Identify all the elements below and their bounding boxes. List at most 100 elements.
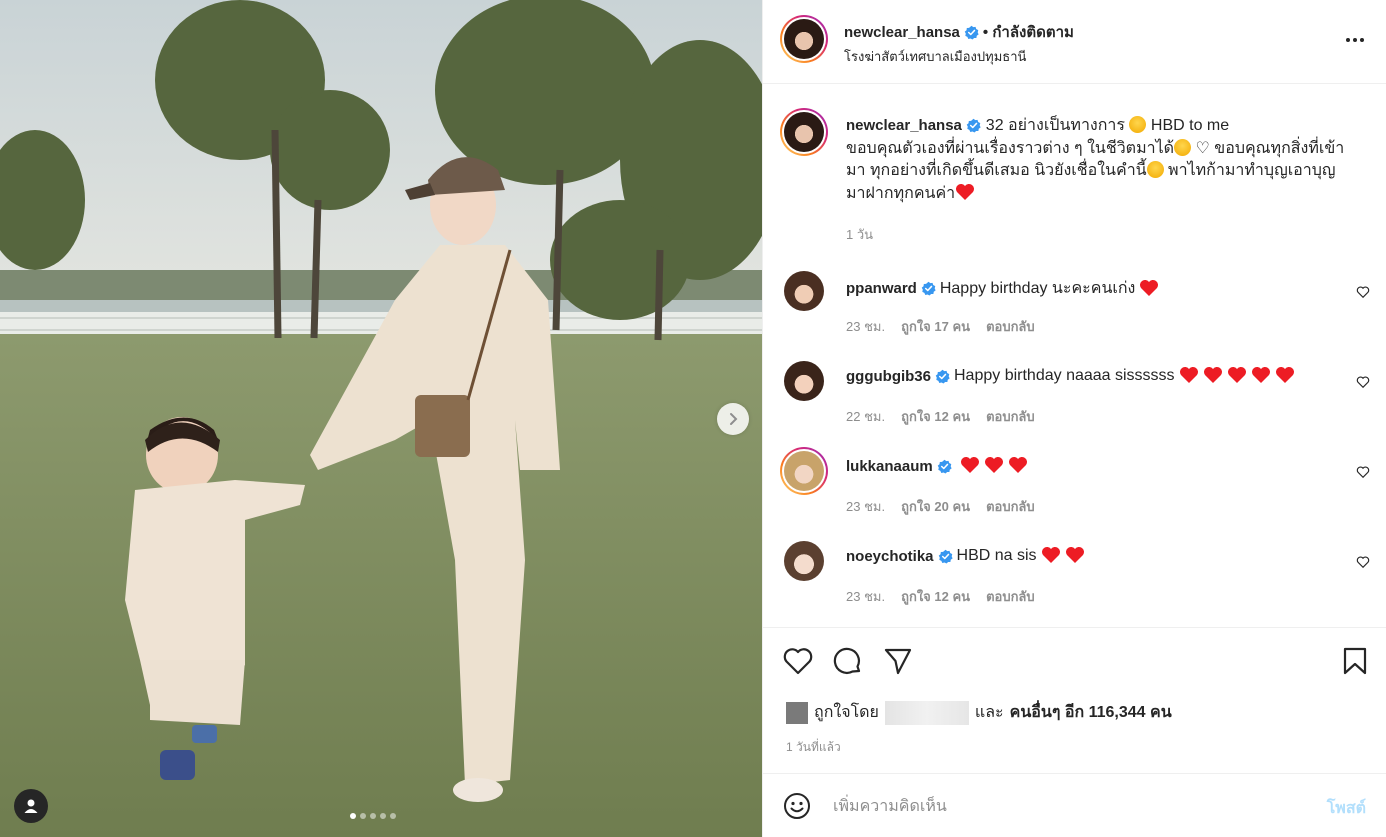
commenter-avatar[interactable] xyxy=(784,361,824,401)
red-heart-emoji-icon xyxy=(984,457,1003,473)
add-comment-bar: โพสต์ xyxy=(763,773,1386,837)
reply-button[interactable]: ตอบกลับ xyxy=(986,406,1035,427)
heart-outline-icon xyxy=(1356,556,1370,569)
comment-like-button[interactable] xyxy=(1356,375,1370,392)
caption-time: 1 วัน xyxy=(846,227,874,242)
red-heart-emoji-icon xyxy=(1140,279,1159,296)
save-button[interactable] xyxy=(1342,647,1368,678)
paper-plane-icon xyxy=(884,648,912,675)
next-slide-button[interactable] xyxy=(717,403,749,435)
carousel-dot xyxy=(380,813,386,819)
comment-like-count[interactable]: ถูกใจ 17 คน xyxy=(901,316,970,337)
post-side-panel: newclear_hansa • กำลังติดตาม โรงฆ่าสัตว์… xyxy=(762,0,1386,837)
post-header: newclear_hansa • กำลังติดตาม โรงฆ่าสัตว์… xyxy=(763,0,1386,84)
red-heart-emoji-icon xyxy=(1203,367,1222,383)
caption-text: newclear_hansa 32 อย่างเป็นทางการ HBD to… xyxy=(846,115,1371,205)
verified-badge-icon xyxy=(937,459,952,474)
verified-badge-icon xyxy=(935,369,950,384)
caption-line4: มาฝากทุกคนค่า xyxy=(846,184,956,202)
comment-username[interactable]: lukkanaaum xyxy=(846,458,933,475)
comment-like-button[interactable] xyxy=(1356,555,1370,572)
like-button[interactable] xyxy=(783,647,813,678)
comment-hearts xyxy=(1179,366,1299,386)
share-button[interactable] xyxy=(883,647,913,678)
heart-outline-icon xyxy=(1356,466,1370,479)
follow-status-button[interactable]: • กำลังติดตาม xyxy=(983,20,1074,44)
verified-badge-icon xyxy=(964,25,979,40)
caption-line1a: 32 อย่างเป็นทางการ xyxy=(981,117,1130,134)
comment-like-count[interactable]: ถูกใจ 20 คน xyxy=(901,496,970,517)
caption-line2b: ♡ ขอบคุณทุกสิ่งที่เข้า xyxy=(1191,139,1345,157)
chevron-right-icon xyxy=(730,413,738,425)
comment-button[interactable] xyxy=(833,647,863,680)
post-actions: ถูกใจโดย และ คนอื่นๆ อีก 116,344 คน 1 วั… xyxy=(763,627,1386,773)
commenter-avatar[interactable] xyxy=(784,541,824,581)
post-comment-button[interactable]: โพสต์ xyxy=(1327,796,1366,821)
owner-username[interactable]: newclear_hansa xyxy=(844,24,960,41)
comment-item: gggubgib36 Happy birthday naaaa sissssss… xyxy=(763,361,1386,451)
verified-badge-icon xyxy=(921,281,936,296)
comment-username[interactable]: ppanward xyxy=(846,280,917,297)
heart-outline-icon xyxy=(783,648,813,675)
liker-name-hidden[interactable] xyxy=(884,700,969,725)
comment-body: noeychotika HBD na sis xyxy=(846,546,1089,566)
caption-line3a: มา ทุกอย่างที่เกิดขึ้นดีเสมอ นิวยังเชื่อ… xyxy=(846,162,1147,179)
comment-hearts xyxy=(1041,546,1089,566)
reply-button[interactable]: ตอบกลับ xyxy=(986,496,1035,517)
more-horizontal-icon xyxy=(1346,38,1364,42)
tagged-users-button[interactable] xyxy=(14,789,48,823)
photo-scene xyxy=(0,0,762,837)
comment-time: 23 ชม. xyxy=(846,499,886,514)
comment-time: 23 ชม. xyxy=(846,319,886,334)
caption-line2a: ขอบคุณตัวเองที่ผ่านเรื่องราวต่าง ๆ ในชีว… xyxy=(846,139,1175,157)
commenter-avatar[interactable] xyxy=(784,271,824,311)
carousel-dot xyxy=(360,813,366,819)
heart-outline-icon xyxy=(1356,376,1370,389)
carousel-dot xyxy=(350,813,356,819)
commenter-avatar[interactable] xyxy=(780,447,828,495)
more-options-button[interactable] xyxy=(1343,28,1367,55)
reply-button[interactable]: ตอบกลับ xyxy=(986,586,1035,607)
red-heart-emoji-icon xyxy=(1275,367,1294,383)
comment-icon xyxy=(833,647,861,674)
red-heart-emoji-icon xyxy=(960,457,979,473)
liker-avatar[interactable] xyxy=(786,701,808,724)
comment-time: 22 ชม. xyxy=(846,409,886,424)
caption-line1b: HBD to me xyxy=(1146,117,1230,134)
post-location[interactable]: โรงฆ่าสัตว์เทศบาลเมืองปทุมธานี xyxy=(844,46,1026,67)
caption-line3b: พาไทก้ามาทำบุญเอาบุญ xyxy=(1163,162,1336,179)
comment-text: Happy birthday naaaa sissssss xyxy=(954,367,1175,384)
comment-like-count[interactable]: ถูกใจ 12 คน xyxy=(901,586,970,607)
likes-summary: ถูกใจโดย และ คนอื่นๆ อีก 116,344 คน xyxy=(786,700,1172,725)
caption-avatar[interactable] xyxy=(780,108,828,156)
heart-outline-icon xyxy=(1356,286,1370,299)
comment-like-count[interactable]: ถูกใจ 12 คน xyxy=(901,406,970,427)
red-heart-emoji-icon xyxy=(1065,547,1084,563)
post-photo[interactable] xyxy=(0,0,762,837)
likes-others-count[interactable]: คนอื่นๆ อีก 116,344 คน xyxy=(1010,700,1172,725)
comment-body: ppanward Happy birthday นะคะคนเก่ง xyxy=(846,276,1163,301)
comment-like-button[interactable] xyxy=(1356,285,1370,302)
comment-meta: 23 ชม. ถูกใจ 12 คน ตอบกลับ xyxy=(846,586,1035,607)
comment-item: ppanward Happy birthday นะคะคนเก่ง 23 ชม… xyxy=(763,271,1386,361)
comment-meta: 23 ชม. ถูกใจ 20 คน ตอบกลับ xyxy=(846,496,1035,517)
red-heart-emoji-icon xyxy=(1251,367,1270,383)
red-heart-emoji-icon xyxy=(956,183,975,200)
caption-username[interactable]: newclear_hansa xyxy=(846,117,962,134)
emoji-picker-button[interactable] xyxy=(783,792,811,823)
owner-avatar[interactable] xyxy=(780,15,828,63)
comment-username[interactable]: gggubgib36 xyxy=(846,368,931,385)
bookmark-icon xyxy=(1343,647,1367,675)
comment-username[interactable]: noeychotika xyxy=(846,548,934,565)
comment-like-button[interactable] xyxy=(1356,465,1370,482)
comment-time: 23 ชม. xyxy=(846,589,886,604)
comment-item: noeychotika HBD na sis 23 ชม. ถูกใจ 12 ค… xyxy=(763,541,1386,631)
comment-text: Happy birthday นะคะคนเก่ง xyxy=(939,280,1136,297)
emoji-icon xyxy=(784,793,810,819)
verified-badge-icon xyxy=(967,119,981,133)
comment-hearts xyxy=(1139,279,1163,299)
grin-emoji-icon xyxy=(1129,116,1147,133)
reply-button[interactable]: ตอบกลับ xyxy=(986,316,1035,337)
comment-input[interactable] xyxy=(833,794,1293,820)
smile-emoji-icon xyxy=(1146,161,1164,178)
